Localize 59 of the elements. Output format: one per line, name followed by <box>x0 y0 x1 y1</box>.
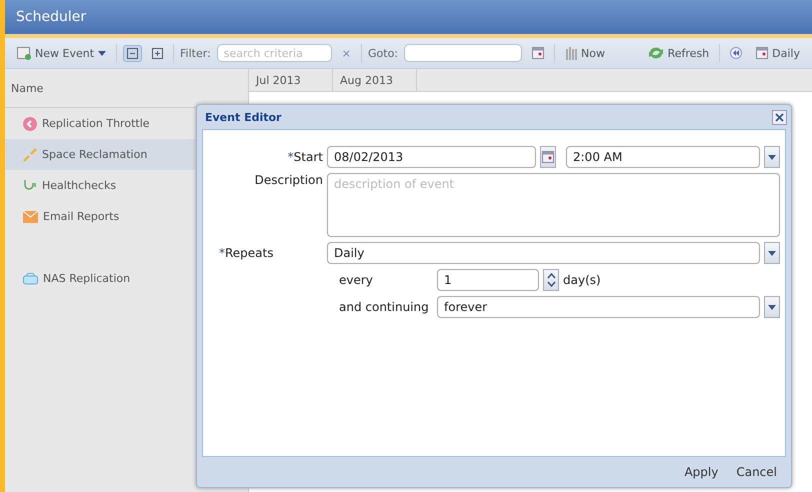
stethoscope-icon <box>23 178 37 192</box>
resource-row[interactable]: NAS Replication <box>5 263 248 294</box>
daily-button[interactable]: Daily <box>752 44 804 62</box>
time-field[interactable]: 2:00 AM <box>566 146 760 168</box>
spinner-icon <box>546 273 556 287</box>
filter-label: Filter: <box>180 46 211 60</box>
field-label: *Start <box>288 150 323 164</box>
dropdown-button[interactable] <box>764 296 780 318</box>
new-event-button[interactable]: New Event <box>13 43 110 63</box>
field-label: and continuing <box>339 300 430 314</box>
arrows-icon <box>23 148 37 162</box>
resource-name: Healthchecks <box>42 179 116 192</box>
caret-icon <box>768 304 776 310</box>
now-button[interactable]: Now <box>561 43 609 63</box>
goto-label: Goto: <box>368 46 398 60</box>
date-field[interactable]: 08/02/2013 <box>327 146 536 168</box>
dropdown-button[interactable] <box>764 242 780 264</box>
envelope-icon <box>23 210 38 222</box>
month-header: Jul 2013 <box>249 69 333 91</box>
calendar-add-icon <box>17 46 31 60</box>
resource-name: Space Reclamation <box>42 148 148 161</box>
plus-icon <box>152 48 164 58</box>
interval-field[interactable]: 1 <box>437 269 539 291</box>
back-circle-icon <box>23 116 37 130</box>
date-picker-button[interactable] <box>540 146 556 168</box>
calendar-icon <box>542 151 554 163</box>
dropdown-button[interactable] <box>764 146 780 168</box>
goto-field[interactable] <box>404 44 522 62</box>
minus-icon <box>127 48 138 58</box>
refresh-icon <box>648 46 664 60</box>
drive-icon <box>23 272 38 284</box>
month-header: Aug 2013 <box>333 69 417 91</box>
resource-name: NAS Replication <box>43 272 130 285</box>
field-label: *Repeats <box>219 246 274 260</box>
resource-name: Email Reports <box>43 210 120 223</box>
close-button[interactable] <box>772 110 787 124</box>
rewind-icon <box>730 47 742 59</box>
unit-label: day(s) <box>563 273 601 287</box>
calendar-icon <box>756 47 768 59</box>
field-label: Description <box>254 173 323 187</box>
caret-icon <box>98 50 106 56</box>
collapse-button[interactable] <box>123 44 142 62</box>
window-title: Scheduler <box>5 0 812 38</box>
dialog-button[interactable]: Cancel <box>734 463 779 481</box>
dialog-button[interactable]: Apply <box>682 463 720 481</box>
refresh-button[interactable]: Refresh <box>644 43 714 63</box>
caret-icon <box>768 154 776 160</box>
bars-icon <box>565 46 578 60</box>
field-label: every <box>339 273 374 287</box>
repeats-select[interactable]: Daily <box>327 242 760 264</box>
resource-row[interactable]: Email Reports <box>5 201 248 232</box>
spinner-button[interactable] <box>543 269 559 291</box>
resource-name: Replication Throttle <box>42 117 150 130</box>
resource-row[interactable]: Healthchecks <box>5 170 248 201</box>
caret-icon <box>768 250 776 256</box>
dialog-title: Event Editor <box>205 110 282 124</box>
continuing-select[interactable]: forever <box>437 296 760 318</box>
calendar-icon <box>532 47 544 59</box>
close-icon <box>775 112 784 122</box>
